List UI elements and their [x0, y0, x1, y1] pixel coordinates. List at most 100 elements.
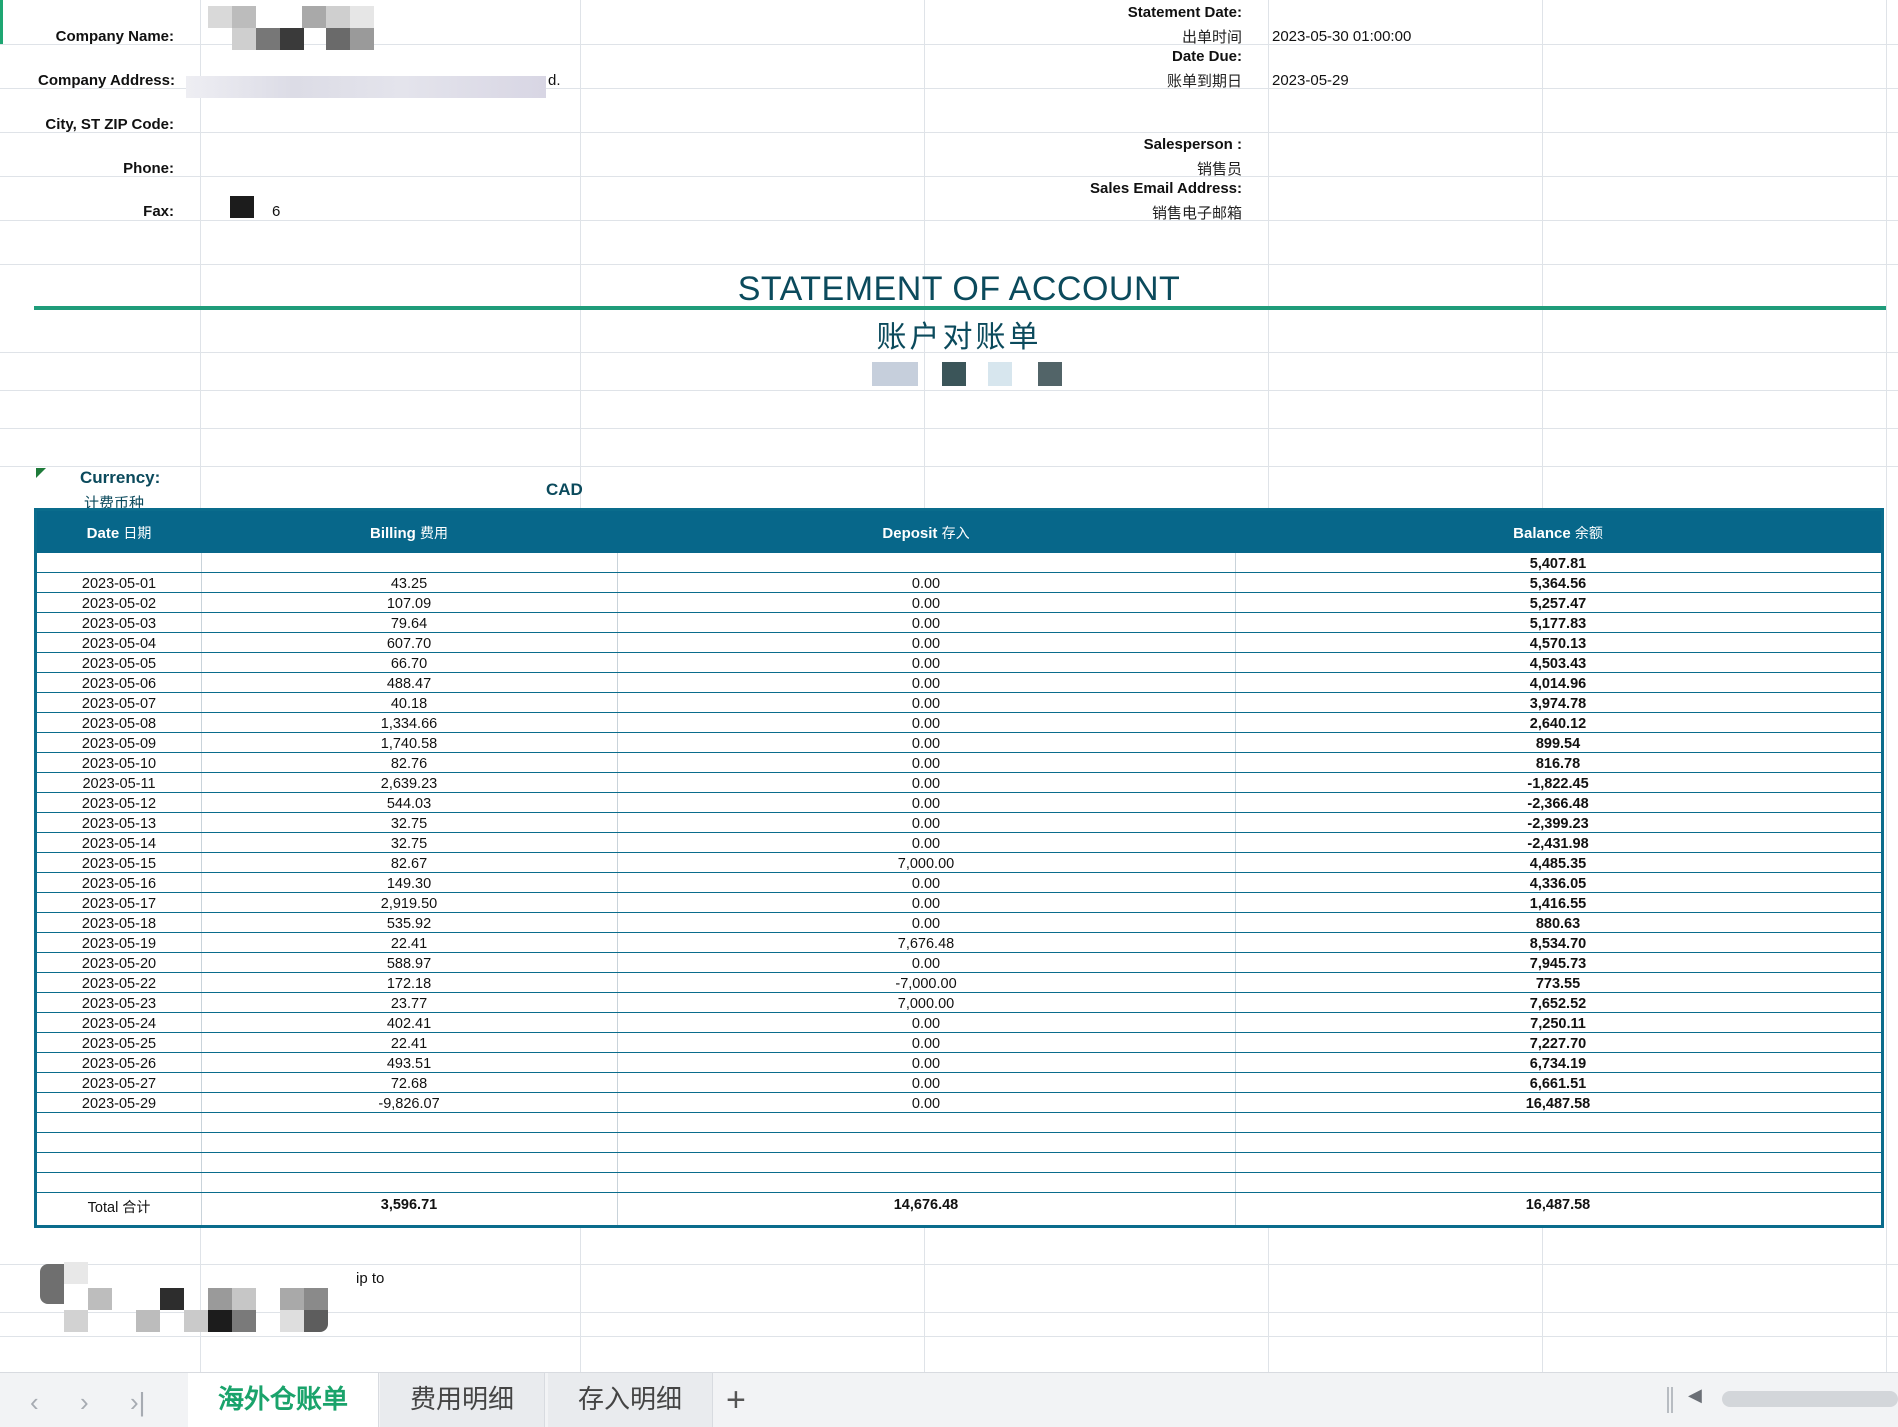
table-row[interactable]: 2023-05-06 488.47 0.00 4,014.96 — [37, 673, 1881, 693]
balance-cell: 2,640.12 — [1529, 716, 1587, 732]
table-row[interactable]: 2023-05-03 79.64 0.00 5,177.83 — [37, 613, 1881, 633]
billing-cell: 1,740.58 — [380, 736, 438, 752]
salesperson-label: Salesperson : — [1143, 136, 1242, 153]
statement-date-value[interactable]: 2023-05-30 01:00:00 — [1272, 28, 1411, 45]
table-row[interactable]: 2023-05-05 66.70 0.00 4,503.43 — [37, 653, 1881, 673]
empty-row[interactable] — [37, 1153, 1881, 1173]
empty-row[interactable] — [37, 1133, 1881, 1153]
total-row[interactable]: Total 合计 3,596.71 14,676.48 16,487.58 — [37, 1189, 1881, 1225]
balance-cell: 773.55 — [1535, 976, 1581, 992]
table-row[interactable]: 2023-05-22 172.18 -7,000.00 773.55 — [37, 973, 1881, 993]
billing-cell: 32.75 — [390, 816, 428, 832]
deposit-cell: 0.00 — [911, 756, 941, 772]
date-cell: 2023-05-20 — [81, 956, 157, 972]
table-row[interactable]: 2023-05-19 22.41 7,676.48 8,534.70 — [37, 933, 1881, 953]
billing-cell: -9,826.07 — [378, 1096, 440, 1112]
table-row[interactable]: 2023-05-20 588.97 0.00 7,945.73 — [37, 953, 1881, 973]
date-cell: 2023-05-13 — [81, 816, 157, 832]
table-row[interactable]: 2023-05-11 2,639.23 0.00 -1,822.45 — [37, 773, 1881, 793]
table-row[interactable]: 2023-05-08 1,334.66 0.00 2,640.12 — [37, 713, 1881, 733]
table-row[interactable]: 2023-05-23 23.77 7,000.00 7,652.52 — [37, 993, 1881, 1013]
date-cell: 2023-05-19 — [81, 936, 157, 952]
header-balance[interactable]: Balance 余额 — [1235, 523, 1881, 543]
table-row[interactable]: 2023-05-13 32.75 0.00 -2,399.23 — [37, 813, 1881, 833]
balance-cell: -1,822.45 — [1527, 776, 1589, 792]
table-row[interactable]: 2023-05-02 107.09 0.00 5,257.47 — [37, 593, 1881, 613]
balance-cell: -2,366.48 — [1527, 796, 1589, 812]
date-cell: 2023-05-11 — [82, 776, 156, 792]
sheet-tab-bar: ‹ › ›| 海外仓账单 费用明细 存入明细 + ◀ — [0, 1372, 1898, 1427]
total-balance: 16,487.58 — [1525, 1197, 1591, 1213]
grid-row-line — [0, 428, 1898, 429]
total-billing: 3,596.71 — [380, 1197, 438, 1213]
balance-cell: 816.78 — [1535, 756, 1581, 772]
opening-balance-row[interactable]: 5,407.81 — [37, 553, 1881, 573]
date-due-value[interactable]: 2023-05-29 — [1272, 72, 1349, 89]
active-cell-marker — [0, 0, 3, 44]
billing-cell: 1,334.66 — [380, 716, 438, 732]
date-cell: 2023-05-24 — [81, 1016, 157, 1032]
footer-note: ip to — [356, 1270, 385, 1287]
table-row[interactable]: 2023-05-16 149.30 0.00 4,336.05 — [37, 873, 1881, 893]
header-deposit[interactable]: Deposit 存入 — [617, 523, 1235, 543]
empty-row[interactable] — [37, 1113, 1881, 1133]
last-sheet-icon[interactable]: ›| — [130, 1387, 145, 1418]
redacted-company-address — [186, 76, 546, 98]
grid-row-line — [0, 390, 1898, 391]
scroll-left-icon[interactable]: ◀ — [1688, 1385, 1702, 1406]
deposit-cell: 0.00 — [911, 1016, 941, 1032]
date-cell: 2023-05-27 — [81, 1076, 157, 1092]
table-row[interactable]: 2023-05-26 493.51 0.00 6,734.19 — [37, 1053, 1881, 1073]
spreadsheet-grid[interactable]: Company Name: Company Address: d. City, … — [0, 0, 1898, 1372]
next-sheet-icon[interactable]: › — [80, 1387, 89, 1418]
add-sheet-icon[interactable]: + — [726, 1381, 746, 1420]
billing-cell: 172.18 — [386, 976, 432, 992]
table-row[interactable]: 2023-05-27 72.68 0.00 6,661.51 — [37, 1073, 1881, 1093]
horizontal-scrollbar[interactable]: ◀ — [1688, 1385, 1898, 1413]
billing-cell: 72.68 — [390, 1076, 428, 1092]
phone-label: Phone: — [123, 160, 174, 177]
billing-cell: 544.03 — [386, 796, 432, 812]
prev-sheet-icon[interactable]: ‹ — [30, 1387, 39, 1418]
date-cell: 2023-05-26 — [81, 1056, 157, 1072]
billing-cell: 82.67 — [390, 856, 428, 872]
table-row[interactable]: 2023-05-09 1,740.58 0.00 899.54 — [37, 733, 1881, 753]
table-row[interactable]: 2023-05-01 43.25 0.00 5,364.56 — [37, 573, 1881, 593]
table-row[interactable]: 2023-05-15 82.67 7,000.00 4,485.35 — [37, 853, 1881, 873]
table-row[interactable]: 2023-05-10 82.76 0.00 816.78 — [37, 753, 1881, 773]
table-row[interactable]: 2023-05-29 -9,826.07 0.00 16,487.58 — [37, 1093, 1881, 1113]
billing-cell: 107.09 — [386, 596, 432, 612]
redacted-fax — [230, 196, 254, 218]
table-row[interactable]: 2023-05-17 2,919.50 0.00 1,416.55 — [37, 893, 1881, 913]
balance-cell: 7,250.11 — [1530, 1016, 1586, 1032]
table-row[interactable]: 2023-05-12 544.03 0.00 -2,366.48 — [37, 793, 1881, 813]
currency-value[interactable]: CAD — [546, 480, 583, 500]
grid-row-line — [0, 132, 1898, 133]
table-row[interactable]: 2023-05-24 402.41 0.00 7,250.11 — [37, 1013, 1881, 1033]
sheet-tab[interactable]: 费用明细 — [380, 1373, 546, 1427]
sheet-tab[interactable]: 存入明细 — [548, 1373, 714, 1427]
total-deposit: 14,676.48 — [893, 1197, 959, 1213]
header-billing[interactable]: Billing 费用 — [201, 523, 617, 543]
date-cell: 2023-05-02 — [81, 596, 157, 612]
redacted-footer-info — [40, 1262, 356, 1338]
billing-cell: 66.70 — [390, 656, 428, 672]
table-row[interactable]: 2023-05-14 32.75 0.00 -2,431.98 — [37, 833, 1881, 853]
grid-row-line — [0, 176, 1898, 177]
balance-cell: 4,485.35 — [1529, 856, 1587, 872]
header-date[interactable]: Date 日期 — [37, 523, 201, 543]
tab-scroll-divider[interactable] — [1667, 1387, 1673, 1413]
table-row[interactable]: 2023-05-07 40.18 0.00 3,974.78 — [37, 693, 1881, 713]
date-cell: 2023-05-03 — [81, 616, 157, 632]
billing-cell: 79.64 — [390, 616, 428, 632]
sheet-tab[interactable]: 海外仓账单 — [188, 1373, 380, 1427]
date-cell: 2023-05-29 — [81, 1096, 157, 1112]
date-cell: 2023-05-10 — [81, 756, 157, 772]
scrollbar-thumb[interactable] — [1722, 1391, 1898, 1407]
date-cell: 2023-05-09 — [81, 736, 157, 752]
deposit-cell: 0.00 — [911, 796, 941, 812]
date-cell: 2023-05-06 — [81, 676, 157, 692]
table-row[interactable]: 2023-05-18 535.92 0.00 880.63 — [37, 913, 1881, 933]
table-row[interactable]: 2023-05-04 607.70 0.00 4,570.13 — [37, 633, 1881, 653]
table-row[interactable]: 2023-05-25 22.41 0.00 7,227.70 — [37, 1033, 1881, 1053]
